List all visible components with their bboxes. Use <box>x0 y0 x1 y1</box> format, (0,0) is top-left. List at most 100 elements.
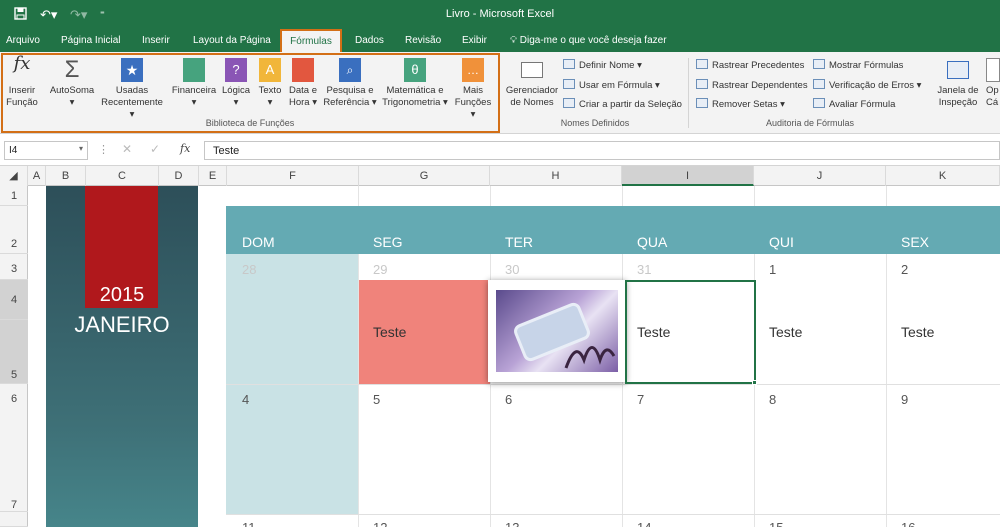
trace-precedents-button[interactable]: Rastrear Precedentes <box>696 59 804 71</box>
define-name-label: Definir Nome <box>579 60 635 71</box>
event-text[interactable]: Teste <box>769 324 802 340</box>
tab-revisao[interactable]: Revisão <box>405 35 441 46</box>
column-header[interactable]: C <box>86 166 159 186</box>
cancel-icon[interactable]: ✕ <box>122 142 132 156</box>
row-header[interactable]: 3 <box>0 254 28 280</box>
date-cell[interactable]: 5 <box>373 392 380 407</box>
date-cell[interactable]: 11 <box>242 520 256 527</box>
tab-pagina-inicial[interactable]: Página Inicial <box>61 35 120 46</box>
row-header-label: 7 <box>10 499 18 511</box>
date-cell[interactable]: 14 <box>637 520 651 527</box>
date-cell[interactable]: 28 <box>242 262 256 277</box>
define-name-button[interactable]: Definir Nome ▾ <box>563 59 642 71</box>
ribbon: fx Inserir Função Σ AutoSoma ▾ ★ Usadas Rec… <box>0 52 1000 134</box>
day-name: TER <box>505 234 533 250</box>
error-checking-label: Verificação de Erros <box>829 80 915 91</box>
create-from-selection-label: Criar a partir da Seleção <box>579 99 682 110</box>
use-in-formula-button[interactable]: Usar em Fórmula ▾ <box>563 79 660 91</box>
date-cell[interactable]: 29 <box>373 262 387 277</box>
row-header[interactable] <box>0 512 28 527</box>
more-functions-book-icon: … <box>462 58 484 82</box>
date-cell[interactable]: 2 <box>901 262 908 277</box>
fill-handle[interactable] <box>752 380 757 385</box>
date-cell[interactable]: 13 <box>505 520 519 527</box>
show-formulas-button[interactable]: Mostrar Fórmulas <box>813 59 903 71</box>
watch-window-button[interactable]: Janela de Inspeção <box>934 58 982 109</box>
error-checking-button[interactable]: Verificação de Erros ▾ <box>813 79 921 91</box>
date-cell[interactable]: 12 <box>373 520 387 527</box>
watch-window-label-1: Janela de <box>937 85 979 96</box>
trace-dependents-button[interactable]: Rastrear Dependentes <box>696 79 808 91</box>
tab-inserir[interactable]: Inserir <box>142 35 170 46</box>
lookup-label-2: Referência <box>323 97 370 108</box>
recently-used-button[interactable]: ★ Usadas Recentemente ▾ <box>98 58 166 121</box>
date-cell[interactable]: 7 <box>637 392 644 407</box>
column-header[interactable]: F <box>227 166 359 186</box>
column-header[interactable]: E <box>199 166 227 186</box>
row-header[interactable]: 6 <box>0 384 28 512</box>
row-headers: 1 2 3 4 5 6 7 <box>0 186 28 527</box>
enter-icon[interactable]: ✓ <box>150 142 160 156</box>
math-book-icon: θ <box>404 58 426 82</box>
use-in-formula-label: Usar em Fórmula <box>579 80 653 91</box>
column-header[interactable]: D <box>159 166 199 186</box>
tab-layout[interactable]: Layout da Página <box>193 35 271 46</box>
remove-arrows-button[interactable]: Remover Setas ▾ <box>696 98 785 110</box>
watch-window-label-2: Inspeção <box>938 97 978 108</box>
calculation-options-label-1: Op <box>986 85 999 96</box>
row-header[interactable]: 2 <box>0 206 28 254</box>
create-from-selection-button[interactable]: Criar a partir da Seleção <box>563 98 682 110</box>
datetime-label-2: Hora <box>288 97 310 108</box>
math-button[interactable]: θ Matemática e Trigonometria ▾ <box>378 58 452 109</box>
event-text[interactable]: Teste <box>901 324 934 340</box>
name-manager-button[interactable]: Gerenciador de Nomes <box>504 58 560 109</box>
column-header-selected[interactable]: I <box>622 166 754 186</box>
evaluate-formula-button[interactable]: Avaliar Fórmula <box>813 98 895 110</box>
insert-function-icon[interactable]: fx <box>180 142 190 155</box>
date-cell[interactable]: 31 <box>637 262 651 277</box>
logical-button[interactable]: ? Lógica ▾ <box>220 58 252 109</box>
tab-arquivo[interactable]: Arquivo <box>6 35 40 46</box>
column-header[interactable]: K <box>886 166 1000 186</box>
formula-bar: I4 ▾ ⋮ ✕ ✓ fx Teste <box>0 134 1000 166</box>
financial-button[interactable]: Financeira ▾ <box>170 58 218 109</box>
lookup-button[interactable]: ⌕ Pesquisa e Referência ▾ <box>322 58 378 109</box>
column-header[interactable]: G <box>359 166 490 186</box>
date-cell[interactable]: 8 <box>769 392 776 407</box>
date-cell[interactable]: 4 <box>242 392 249 407</box>
date-cell[interactable]: 9 <box>901 392 908 407</box>
column-header[interactable]: J <box>754 166 886 186</box>
event-text[interactable]: Teste <box>637 324 670 340</box>
event-text[interactable]: Teste <box>373 324 406 340</box>
worksheet-grid[interactable]: 2015 JANEIRO DOM SEG TER QUA QUI SEX 28 … <box>28 186 1000 527</box>
recent-label-1: Usadas <box>115 85 149 96</box>
calculation-options-button[interactable]: Op Cá <box>986 58 1000 109</box>
date-cell[interactable]: 16 <box>901 520 915 527</box>
date-cell[interactable]: 15 <box>769 520 783 527</box>
row-header-selected[interactable]: 4 <box>0 280 28 320</box>
text-button[interactable]: A Texto ▾ <box>256 58 284 109</box>
inserted-picture[interactable] <box>488 280 626 382</box>
date-cell[interactable]: 1 <box>769 262 776 277</box>
autosum-button[interactable]: Σ AutoSoma ▾ <box>46 58 98 109</box>
row-header-selected[interactable]: 5 <box>0 320 28 384</box>
date-cell[interactable]: 6 <box>505 392 512 407</box>
trace-dependents-label: Rastrear Dependentes <box>712 80 808 91</box>
chevron-down-icon[interactable]: ▾ <box>79 144 83 153</box>
tell-me-search[interactable]: 💡︎ Diga-me o que você deseja fazer <box>510 35 667 46</box>
column-header[interactable]: B <box>46 166 86 186</box>
more-functions-button[interactable]: … Mais Funções ▾ <box>452 58 494 121</box>
lookup-label-1: Pesquisa e <box>326 85 374 96</box>
formula-input[interactable]: Teste <box>204 141 1000 160</box>
insert-function-button[interactable]: fx Inserir Função <box>4 55 40 109</box>
name-box[interactable]: I4 ▾ <box>4 141 88 160</box>
tab-dados[interactable]: Dados <box>355 35 384 46</box>
row-header[interactable]: 1 <box>0 186 28 206</box>
datetime-button[interactable]: Data e Hora ▾ <box>288 58 318 109</box>
tab-exibir[interactable]: Exibir <box>462 35 487 46</box>
select-all-corner[interactable]: ◢ <box>0 166 28 186</box>
date-cell[interactable]: 30 <box>505 262 519 277</box>
column-header[interactable]: A <box>28 166 46 186</box>
day-name: SEX <box>901 234 930 250</box>
column-header[interactable]: H <box>490 166 622 186</box>
